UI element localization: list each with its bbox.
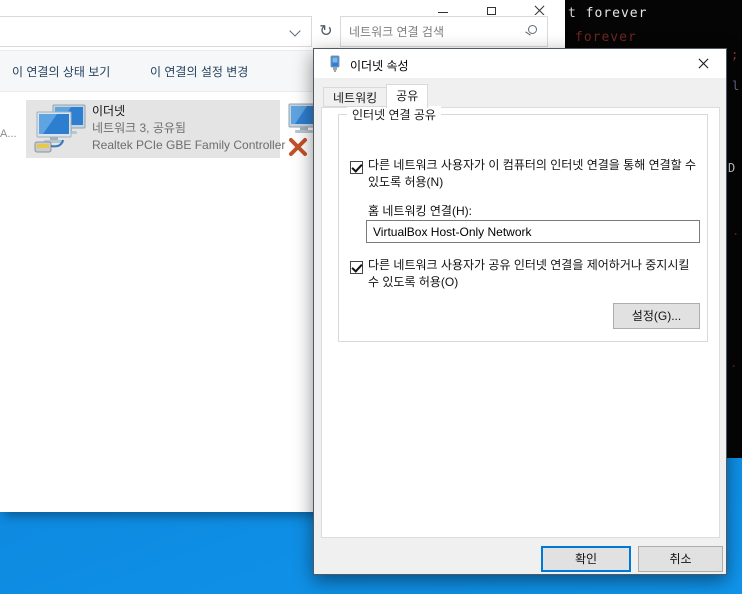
refresh-icon: ↻	[319, 23, 333, 40]
dialog-titlebar[interactable]: 이더넷 속성	[314, 49, 726, 78]
view-connection-status-link[interactable]: 이 연결의 상태 보기	[12, 63, 110, 80]
ethernet-connection-icon	[31, 104, 87, 159]
group-title: 인터넷 연결 공유	[347, 106, 441, 123]
home-networking-connection-label: 홈 네트워킹 연결(H):	[368, 204, 472, 218]
connection-name: 이더넷	[92, 104, 126, 118]
truncated-connection-label[interactable]: A...	[0, 128, 17, 140]
allow-internet-sharing-checkbox[interactable]	[350, 161, 363, 174]
address-bar[interactable]	[0, 16, 312, 47]
terminal-edge-char: D	[728, 161, 736, 175]
minimize-icon	[438, 11, 448, 13]
close-icon	[534, 5, 545, 16]
settings-button[interactable]: 설정(G)...	[613, 303, 700, 329]
allow-control-checkbox[interactable]	[350, 261, 363, 274]
home-networking-connection-field[interactable]: VirtualBox Host-Only Network	[366, 220, 700, 243]
chevron-down-icon[interactable]	[289, 25, 301, 37]
search-input[interactable]	[349, 19, 509, 44]
tab-strip: 네트워킹 공유	[323, 84, 429, 108]
cancel-button[interactable]: 취소	[638, 546, 723, 572]
window-controls	[419, 0, 563, 16]
change-connection-settings-link[interactable]: 이 연결의 설정 변경	[150, 63, 248, 80]
disconnected-connection-item[interactable]	[283, 102, 317, 160]
address-row: ↻	[0, 15, 565, 50]
home-networking-connection-value: VirtualBox Host-Only Network	[373, 225, 532, 239]
close-icon	[698, 58, 709, 69]
tab-networking[interactable]: 네트워킹	[323, 87, 388, 107]
terminal-output-line: t forever	[568, 6, 648, 21]
terminal-output-line-dim: forever	[575, 30, 637, 45]
search-icon[interactable]	[528, 25, 537, 34]
connection-device: Realtek PCIe GBE Family Controller	[92, 138, 286, 152]
maximize-icon	[486, 6, 496, 15]
internet-connection-sharing-group: 인터넷 연결 공유 다른 네트워크 사용자가 이 컴퓨터의 인터넷 연결을 통해…	[338, 106, 708, 342]
refresh-button[interactable]: ↻	[313, 20, 339, 44]
ethernet-connection-item[interactable]: 이더넷 네트워크 3, 공유됨 Realtek PCIe GBE Family …	[26, 100, 286, 159]
sharing-tab-page: 인터넷 연결 공유 다른 네트워크 사용자가 이 컴퓨터의 인터넷 연결을 통해…	[321, 106, 720, 538]
allow-internet-sharing-label[interactable]: 다른 네트워크 사용자가 이 컴퓨터의 인터넷 연결을 통해 연결할 수 있도록…	[368, 157, 702, 191]
network-adapter-icon	[328, 55, 342, 77]
disconnected-x-icon	[289, 138, 307, 156]
search-box	[340, 16, 548, 47]
minimize-button[interactable]	[419, 0, 467, 16]
connection-text: 이더넷 네트워크 3, 공유됨 Realtek PCIe GBE Family …	[92, 103, 286, 154]
desktop: t forever forever ; l D . . ↻ 네트워크 연결 검색…	[0, 0, 742, 594]
terminal-edge-char: ;	[731, 48, 739, 62]
terminal-edge-char: .	[730, 356, 738, 370]
ok-button[interactable]: 확인	[541, 546, 631, 572]
terminal-edge-char: .	[732, 224, 740, 238]
close-button[interactable]	[515, 0, 563, 16]
dialog-close-button[interactable]	[681, 49, 726, 78]
terminal-edge-char: l	[732, 79, 740, 93]
ethernet-properties-dialog: 이더넷 속성 네트워킹 공유 인터넷 연결 공유 다른 네트워크 사용자가 이 …	[313, 48, 727, 575]
connection-status: 네트워크 3, 공유됨	[92, 121, 186, 135]
tab-sharing[interactable]: 공유	[386, 84, 429, 108]
allow-control-label[interactable]: 다른 네트워크 사용자가 공유 인터넷 연결을 제어하거나 중지시킬 수 있도록…	[368, 257, 698, 291]
maximize-button[interactable]	[467, 0, 515, 16]
dialog-title: 이더넷 속성	[350, 59, 409, 73]
